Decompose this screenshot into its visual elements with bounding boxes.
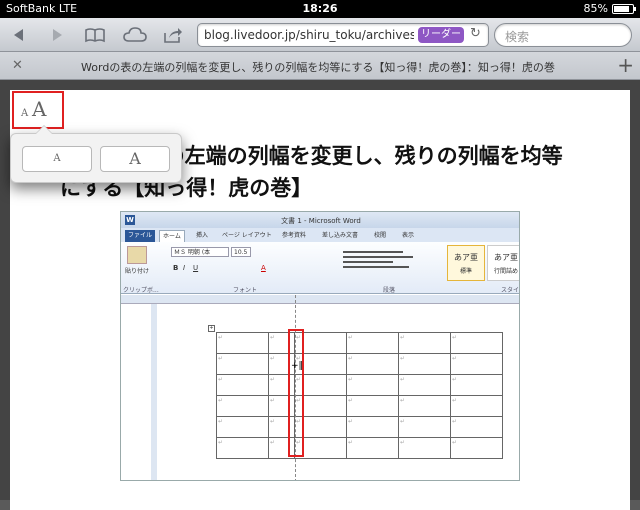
word-table-cell: ↵ bbox=[216, 374, 269, 396]
style-no-spacing: あア亜 行間詰め bbox=[487, 245, 519, 281]
word-table-cell: ↵ bbox=[398, 353, 451, 375]
book-icon[interactable] bbox=[82, 24, 108, 46]
word-table-cell: ↵ bbox=[216, 437, 269, 459]
word-table-row: ↵ ↵ ↵ ↵ ↵ ↵ bbox=[216, 332, 503, 354]
word-table-cell: ↵ bbox=[450, 353, 503, 375]
forward-arrow-icon[interactable] bbox=[44, 24, 70, 46]
font-color-icon: A bbox=[261, 264, 266, 272]
tab-bar: ✕ Wordの表の左端の列幅を変更し、残りの列幅を均等にする【知っ得！虎の巻】：… bbox=[0, 52, 640, 80]
back-arrow-icon[interactable] bbox=[6, 24, 32, 46]
decrease-font-button[interactable]: A bbox=[22, 146, 92, 172]
word-ribbon-tabs: ファイル ホーム 挿入 ページ レイアウト 参考資料 差し込み文書 校閲 表示 bbox=[121, 228, 519, 242]
status-bar: SoftBank LTE 18:26 85% bbox=[0, 0, 640, 18]
paste-label: 貼り付け bbox=[125, 268, 150, 275]
styles-group-label: スタイ bbox=[501, 287, 520, 294]
paste-icon bbox=[127, 246, 147, 264]
word-tab: 校閲 bbox=[374, 232, 387, 239]
underline-icon: U bbox=[193, 264, 199, 272]
font-size-button[interactable]: A A bbox=[12, 91, 64, 129]
word-table-row: ↵ ↵ ↵ ↵ ↵ ↵ bbox=[216, 416, 503, 438]
article-image-word-screenshot: W 文書 1 - Microsoft Word ファイル ホーム 挿入 ページ … bbox=[120, 211, 520, 481]
url-field[interactable]: blog.livedoor.jp/shiru_toku/archives/7 リ… bbox=[197, 23, 489, 47]
horizontal-ruler bbox=[121, 295, 519, 304]
word-tab: ホーム bbox=[159, 230, 185, 242]
font-group-label: フォント bbox=[233, 287, 258, 294]
table-move-handle-icon: + bbox=[208, 325, 215, 332]
word-table-cell: ↵ bbox=[216, 395, 269, 417]
paragraph-group-label: 段落 bbox=[383, 287, 396, 294]
browser-toolbar: blog.livedoor.jp/shiru_toku/archives/7 リ… bbox=[0, 18, 640, 52]
battery-percent: 85% bbox=[583, 2, 608, 15]
clock: 18:26 bbox=[302, 2, 338, 15]
url-text: blog.livedoor.jp/shiru_toku/archives/7 bbox=[204, 28, 414, 42]
word-ribbon: 貼り付け クリップボ... ＭＳ 明朝 (本 10.5 B I U A フォント… bbox=[121, 242, 520, 294]
column-border-highlight bbox=[288, 329, 304, 457]
font-size-box: 10.5 bbox=[231, 247, 251, 257]
word-tab: 参考資料 bbox=[282, 232, 307, 239]
word-table-cell: ↵ bbox=[346, 374, 399, 396]
word-table-cell: ↵ bbox=[216, 416, 269, 438]
word-table-cell: ↵ bbox=[450, 437, 503, 459]
paragraph-icons bbox=[343, 248, 433, 278]
word-title-bar: W 文書 1 - Microsoft Word bbox=[121, 212, 519, 228]
resize-cursor-icon: +‖ bbox=[291, 361, 304, 371]
font-size-popover: A A bbox=[10, 125, 182, 183]
battery-fill bbox=[614, 6, 630, 12]
share-icon[interactable] bbox=[160, 24, 186, 46]
word-table-cell: ↵ bbox=[450, 416, 503, 438]
word-tab: 差し込み文書 bbox=[322, 232, 359, 239]
word-table-cell: ↵ bbox=[398, 374, 451, 396]
font-name-box: ＭＳ 明朝 (本 bbox=[171, 247, 229, 257]
tab-title[interactable]: Wordの表の左端の列幅を変更し、残りの列幅を均等にする【知っ得！虎の巻】：知っ… bbox=[34, 59, 602, 75]
word-table-cell: ↵ bbox=[216, 332, 269, 354]
vertical-ruler bbox=[151, 304, 157, 480]
cloud-icon[interactable] bbox=[120, 24, 150, 46]
bold-icon: B bbox=[173, 264, 179, 272]
word-title: 文書 1 - Microsoft Word bbox=[281, 217, 361, 225]
new-tab-icon[interactable]: + bbox=[617, 55, 634, 75]
word-table-cell: ↵ bbox=[398, 437, 451, 459]
word-table-cell: ↵ bbox=[450, 374, 503, 396]
word-table-cell: ↵ bbox=[216, 353, 269, 375]
big-a-glyph: A bbox=[32, 97, 47, 121]
search-field[interactable]: 検索 bbox=[494, 23, 632, 47]
word-table-row: ↵ ↵ ↵ ↵ ↵ ↵ bbox=[216, 353, 503, 375]
word-table-cell: ↵ bbox=[346, 395, 399, 417]
word-table-cell: ↵ bbox=[450, 395, 503, 417]
word-tab: 表示 bbox=[402, 232, 415, 239]
word-table-cell: ↵ bbox=[346, 353, 399, 375]
word-table-cell: ↵ bbox=[398, 332, 451, 354]
italic-icon: I bbox=[183, 264, 186, 272]
word-table-cell: ↵ bbox=[346, 416, 399, 438]
word-table-cell: ↵ bbox=[450, 332, 503, 354]
word-tab: ファイル bbox=[125, 230, 156, 242]
close-tab-icon[interactable]: ✕ bbox=[12, 58, 23, 73]
increase-font-button[interactable]: A bbox=[100, 146, 170, 172]
search-placeholder: 検索 bbox=[505, 30, 530, 44]
word-tab: 挿入 bbox=[196, 232, 209, 239]
word-table-cell: ↵ bbox=[346, 332, 399, 354]
word-table-row: ↵ ↵ ↵ ↵ ↵ ↵ bbox=[216, 395, 503, 417]
style-normal: あア亜 標準 bbox=[447, 245, 485, 281]
battery-icon bbox=[612, 4, 636, 14]
small-a-glyph: A bbox=[21, 108, 29, 119]
word-table-cell: ↵ bbox=[346, 437, 399, 459]
reload-icon[interactable]: ↻ bbox=[470, 26, 481, 41]
word-table-row: ↵ ↵ ↵ ↵ ↵ ↵ bbox=[216, 437, 503, 459]
clipboard-label: クリップボ... bbox=[123, 287, 159, 294]
word-table-cell: ↵ bbox=[398, 395, 451, 417]
reader-button[interactable]: リーダー bbox=[418, 27, 464, 43]
word-table-cell: ↵ bbox=[398, 416, 451, 438]
word-table-row: ↵ ↵ ↵ ↵ ↵ ↵ bbox=[216, 374, 503, 396]
word-table: ↵ ↵ ↵ ↵ ↵ ↵ ↵ ↵ ↵ ↵ ↵ ↵ ↵ ↵ ↵ ↵ ↵ ↵ ↵ ↵ ↵ ↵ ↵ ↵ ↵ ↵ ↵ ↵ ↵ ↵ ↵ ↵ ↵ ↵ ↵ ↵ bbox=[216, 332, 503, 459]
word-tab: ページ レイアウト bbox=[222, 232, 272, 239]
